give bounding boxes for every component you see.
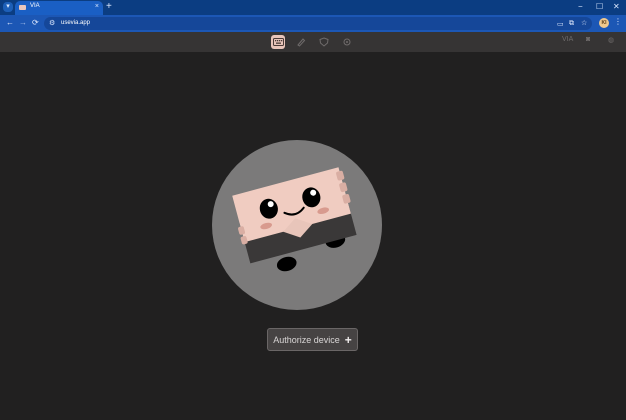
bookmark-star-icon[interactable]: ☆ [581, 19, 587, 27]
configure-keyboard-icon[interactable] [271, 35, 285, 49]
app-header: VIA ◙ ◍ [0, 32, 626, 52]
reload-button[interactable]: ⟳ [32, 18, 39, 27]
github-icon[interactable]: ◍ [608, 36, 614, 44]
close-window-button[interactable]: ✕ [613, 2, 620, 11]
maximize-button[interactable]: ☐ [596, 2, 603, 11]
authorize-device-button[interactable]: Authorize device + [267, 328, 358, 351]
install-app-icon[interactable]: ▭ [557, 20, 564, 28]
settings-gear-icon[interactable] [340, 35, 354, 49]
browser-menu-icon[interactable]: ⋮ [614, 17, 622, 26]
browser-toolbar: ← → ⟳ ⚙ usevia.app ▭ ⧉ ☆ KI ⋮ [0, 15, 626, 32]
via-brand-text[interactable]: VIA [562, 36, 573, 43]
tab-title: VIA [30, 3, 40, 9]
tab-search-button[interactable]: ▾ [3, 2, 13, 12]
new-tab-button[interactable]: + [106, 1, 112, 12]
design-paintbrush-icon[interactable] [294, 35, 308, 49]
keyboard-mascot-illustration [212, 140, 382, 310]
site-info-icon[interactable]: ⚙ [49, 19, 55, 27]
browser-tab[interactable]: VIA × [15, 1, 103, 15]
profile-avatar[interactable]: KI [599, 18, 609, 28]
back-button[interactable]: ← [6, 18, 14, 27]
minimize-button[interactable]: − [578, 2, 583, 11]
discord-icon[interactable]: ◙ [586, 36, 590, 43]
browser-tab-bar: ▾ VIA × + − ☐ ✕ [0, 0, 626, 15]
translate-icon[interactable]: ⧉ [569, 20, 574, 28]
plus-icon: + [344, 332, 352, 347]
test-shield-icon[interactable] [317, 35, 331, 49]
url-text: usevia.app [61, 20, 91, 26]
authorize-device-label: Authorize device [273, 334, 340, 345]
address-bar[interactable]: ⚙ usevia.app ▭ ⧉ ☆ [44, 17, 592, 30]
via-favicon-icon [19, 5, 26, 10]
tab-close-icon[interactable]: × [95, 3, 99, 10]
forward-button[interactable]: → [19, 18, 27, 27]
